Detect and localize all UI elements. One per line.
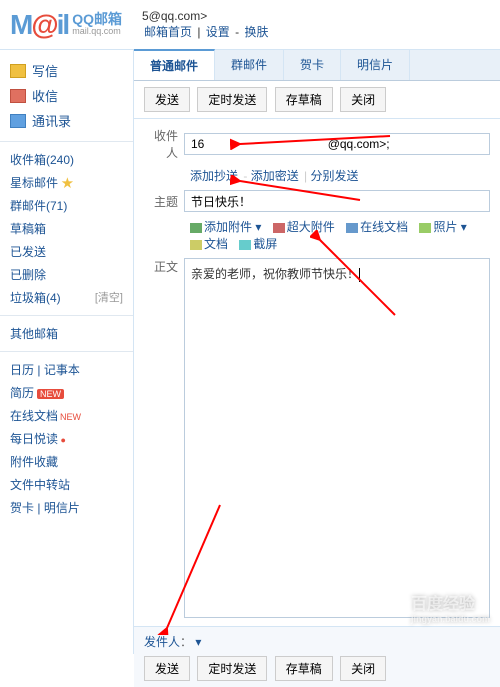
link-daily[interactable]: 每日悦读 ● <box>10 427 123 450</box>
tab-group[interactable]: 群邮件 <box>215 50 284 80</box>
link-cards[interactable]: 贺卡 | 明信片 <box>10 496 123 519</box>
star-icon: ★ <box>61 176 73 190</box>
nav-settings[interactable]: 设置 <box>206 25 230 39</box>
header: M@il QQ邮箱 mail.qq.com 5@qq.com> 邮箱首页 | 设… <box>0 0 500 50</box>
toolbar-top: 发送 定时发送 存草稿 关闭 <box>134 81 500 119</box>
clear-trash[interactable]: [清空] <box>95 289 123 305</box>
close-button-bottom[interactable]: 关闭 <box>340 656 386 681</box>
link-calendar[interactable]: 日历 | 记事本 <box>10 358 123 381</box>
folder-sent[interactable]: 已发送 <box>10 240 123 263</box>
scheduled-button-bottom[interactable]: 定时发送 <box>197 656 267 681</box>
attach-link[interactable]: 添加附件 ▾ <box>190 220 261 234</box>
big-attach-icon <box>273 223 285 233</box>
screenshot-link[interactable]: 截屏 <box>239 237 277 251</box>
link-transfer[interactable]: 文件中转站 <box>10 473 123 496</box>
body-label: 正文 <box>144 258 184 618</box>
nav-home[interactable]: 邮箱首页 <box>144 25 192 39</box>
sender-label: 发件人 <box>144 635 180 649</box>
document-icon <box>190 240 202 250</box>
folder-drafts[interactable]: 草稿箱 <box>10 217 123 240</box>
folder-trash[interactable]: 垃圾箱(4)[清空] <box>10 286 123 309</box>
draft-button[interactable]: 存草稿 <box>275 87 333 112</box>
tabs: 普通邮件 群邮件 贺卡 明信片 <box>134 50 500 81</box>
watermark: 百度经验 jingyan.baidu.com <box>411 590 490 624</box>
folder-other[interactable]: 其他邮箱 <box>10 322 123 345</box>
logo-text-zh: QQ邮箱 <box>72 12 122 27</box>
folder-inbox[interactable]: 收件箱(240) <box>10 148 123 171</box>
draft-button-bottom[interactable]: 存草稿 <box>275 656 333 681</box>
tab-postcard[interactable]: 明信片 <box>341 50 410 80</box>
doc-icon <box>346 223 358 233</box>
user-email: 5@qq.com> <box>142 9 207 23</box>
logo-icon: M@il <box>10 9 68 41</box>
send-button-bottom[interactable]: 发送 <box>144 656 190 681</box>
folder-starred[interactable]: 星标邮件 ★ <box>10 171 123 194</box>
header-info: 5@qq.com> 邮箱首页 | 设置 - 换肤 <box>142 9 271 40</box>
receive-link[interactable]: 收信 <box>10 83 123 108</box>
contacts-link[interactable]: 通讯录 <box>10 108 123 133</box>
link-docs[interactable]: 在线文档NEW <box>10 404 123 427</box>
online-doc-link[interactable]: 在线文档 <box>346 220 408 234</box>
photo-icon <box>419 223 431 233</box>
logo: M@il QQ邮箱 mail.qq.com <box>10 9 122 41</box>
photo-link[interactable]: 照片 ▾ <box>419 220 466 234</box>
to-label: 收件人 <box>144 127 184 161</box>
bottom-bar: 发件人： ▾ 发送 定时发送 存草稿 关闭 <box>134 626 500 687</box>
contacts-icon <box>10 114 26 128</box>
link-resume[interactable]: 简历NEW <box>10 381 123 404</box>
compose-link[interactable]: 写信 <box>10 58 123 83</box>
logo-text-en: mail.qq.com <box>72 27 122 37</box>
main: 普通邮件 群邮件 贺卡 明信片 发送 定时发送 存草稿 关闭 收件人 添加抄送 … <box>134 50 500 654</box>
body-editor[interactable]: 亲爱的老师，祝你教师节快乐！ <box>184 258 490 618</box>
sender-select[interactable]: ▾ <box>195 635 201 649</box>
link-attachments[interactable]: 附件收藏 <box>10 450 123 473</box>
tab-card[interactable]: 贺卡 <box>284 50 341 80</box>
screenshot-icon <box>239 240 251 250</box>
folder-deleted[interactable]: 已删除 <box>10 263 123 286</box>
nav-skin[interactable]: 换肤 <box>244 25 268 39</box>
big-attach-link[interactable]: 超大附件 <box>273 220 335 234</box>
to-input[interactable] <box>184 133 490 155</box>
add-cc[interactable]: 添加抄送 <box>190 169 238 183</box>
new-badge: NEW <box>37 389 64 399</box>
doc2-link[interactable]: 文档 <box>190 237 228 251</box>
folder-group[interactable]: 群邮件(71) <box>10 194 123 217</box>
compose-area: 收件人 添加抄送 - 添加密送 | 分别发送 主题 添加附件 ▾ 超大附件 在线… <box>134 119 500 626</box>
sidebar: 写信 收信 通讯录 收件箱(240) 星标邮件 ★ 群邮件(71) 草稿箱 已发… <box>0 50 134 654</box>
receive-icon <box>10 89 26 103</box>
close-button[interactable]: 关闭 <box>340 87 386 112</box>
send-button[interactable]: 发送 <box>144 87 190 112</box>
attach-bar: 添加附件 ▾ 超大附件 在线文档 照片 ▾ 文档 截屏 <box>190 218 490 252</box>
tab-normal[interactable]: 普通邮件 <box>134 49 215 80</box>
add-bcc[interactable]: 添加密送 <box>251 169 299 183</box>
subject-label: 主题 <box>144 193 184 210</box>
cc-links: 添加抄送 - 添加密送 | 分别发送 <box>190 167 490 184</box>
subject-input[interactable] <box>184 190 490 212</box>
split-send[interactable]: 分别发送 <box>311 169 359 183</box>
scheduled-button[interactable]: 定时发送 <box>197 87 267 112</box>
compose-icon <box>10 64 26 78</box>
paperclip-icon <box>190 223 202 233</box>
